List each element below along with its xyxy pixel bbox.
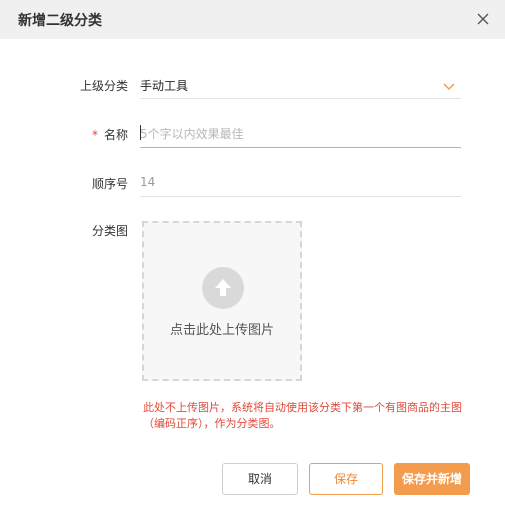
order-value[interactable]: 14: [140, 175, 155, 189]
chevron-down-icon[interactable]: [443, 77, 455, 91]
upload-text: 点击此处上传图片: [169, 323, 274, 338]
image-upload-area[interactable]: 点击此处上传图片: [142, 221, 302, 381]
image-label: 分类图: [91, 224, 128, 238]
order-label: 顺序号: [91, 177, 128, 191]
name-input[interactable]: [140, 124, 461, 144]
add-subcategory-dialog: 新增二级分类 上级分类 手动工具 * 名称 顺序号 14 分类图: [0, 0, 505, 511]
parent-category-select[interactable]: 手动工具: [140, 71, 461, 99]
name-label: 名称: [103, 128, 128, 142]
upload-arrow-icon: [202, 267, 244, 309]
parent-category-underline: [140, 98, 461, 99]
name-field: [140, 120, 461, 148]
close-icon[interactable]: [475, 11, 491, 27]
required-mark: *: [91, 128, 98, 142]
dialog-header: 新增二级分类: [0, 0, 505, 39]
save-button[interactable]: 保存: [309, 463, 383, 495]
cancel-button[interactable]: 取消: [222, 463, 298, 495]
text-cursor: [140, 125, 141, 140]
name-label-wrap: * 名称: [92, 126, 128, 143]
parent-category-value: 手动工具: [140, 79, 189, 93]
save-and-new-button[interactable]: 保存并新增: [394, 463, 470, 495]
order-field[interactable]: 14: [140, 169, 461, 197]
image-hint: 此处不上传图片，系统将自动使用该分类下第一个有图商品的主图（编码正序），作为分类…: [143, 401, 462, 430]
dialog-title: 新增二级分类: [18, 13, 102, 29]
order-underline: [140, 196, 461, 197]
parent-category-label: 上级分类: [79, 79, 128, 93]
name-underline: [140, 147, 461, 148]
